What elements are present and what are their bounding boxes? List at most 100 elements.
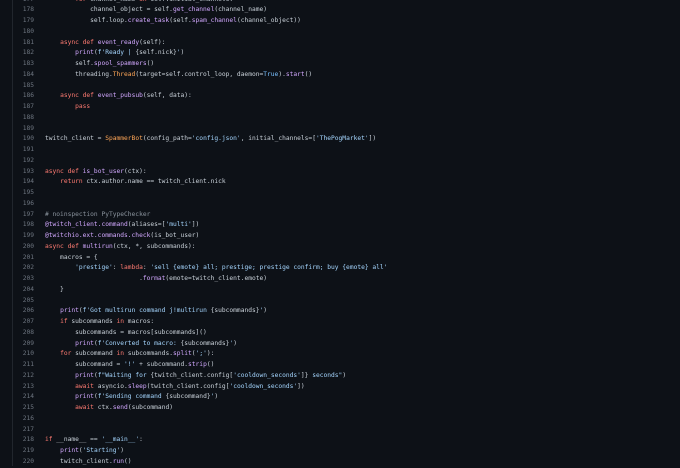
line-number[interactable]: 210 [14,349,34,360]
code-token: format [142,275,166,282]
line-number[interactable]: 186 [14,91,34,102]
line-source: self.loop.create_task(self.spam_channel(… [45,16,301,27]
line-number[interactable]: 184 [14,70,34,81]
line-number[interactable]: 197 [14,210,34,221]
line-number[interactable]: 219 [14,446,34,457]
line-number[interactable]: 179 [14,16,34,27]
line-source: twitch_client = SpammerBot(config_path='… [45,134,376,145]
code-token: 'multi' [165,221,192,229]
line-number[interactable]: 202 [14,263,34,274]
code-viewer: 177 for channel_name in self.initial_cha… [0,0,680,466]
code-token: (ctx): [124,167,147,175]
code-token: (emote=twitch_client.emote) [165,275,268,282]
code-line: 217 [0,425,680,436]
code-token: print [75,393,94,401]
code-token: await [75,404,94,411]
line-number[interactable]: 213 [14,382,34,393]
code-token: ): [206,350,215,358]
line-number[interactable]: 196 [14,199,34,210]
code-token: threading. [45,70,113,78]
line-number[interactable]: 216 [14,414,34,425]
code-token: await [75,382,94,390]
code-token: 'prestige' [75,264,113,272]
line-source: async def event_ready(self): [45,38,165,49]
line-number[interactable]: 187 [14,102,34,113]
code-line: 181 async def event_ready(self): [0,38,680,49]
code-token: ) [214,393,219,401]
code-token: ) [342,371,347,379]
code-token: 'cooldown_seconds' [233,371,301,379]
line-number[interactable]: 198 [14,220,34,231]
line-number[interactable]: 194 [14,177,34,188]
line-number[interactable]: 205 [14,296,34,307]
code-token: macros: [124,318,155,325]
code-token: (is_bot_user) [150,232,200,239]
code-token: {subcommands} [180,339,230,347]
line-number[interactable]: 191 [14,145,34,156]
line-source: print(f"Waiting for {twitch_client.confi… [45,371,346,382]
code-token: 'ThePogMarket' [315,135,369,143]
line-number[interactable]: 206 [14,306,34,317]
code-token: : [139,436,143,444]
line-number[interactable]: 192 [14,156,34,167]
line-number[interactable]: 180 [14,27,34,38]
line-source: return ctx.author.name == twitch_client.… [45,177,226,188]
line-number[interactable]: 193 [14,167,34,178]
line-number[interactable]: 183 [14,59,34,70]
line-number[interactable]: 190 [14,134,34,145]
line-number[interactable]: 200 [14,242,34,253]
line-number[interactable]: 208 [14,328,34,339]
code-token: send [112,404,128,411]
code-token: async def [60,38,94,46]
line-source: subcommands = macros[subcommands]() [45,328,207,339]
line-number[interactable]: 181 [14,38,34,49]
code-token: async def [45,167,79,175]
code-token: f'Converted to macro: [97,339,181,347]
line-number[interactable]: 215 [14,403,34,414]
code-token: subcommand [71,350,117,358]
line-number[interactable]: 178 [14,5,34,16]
code-line: 185 [0,81,680,92]
code-token: True [263,70,279,78]
line-source: await ctx.send(subcommand) [45,403,173,414]
code-token: ) [120,447,125,454]
line-number[interactable]: 207 [14,317,34,328]
line-number[interactable]: 195 [14,188,34,199]
code-token: (subcommand) [127,404,173,411]
code-token: 'Starting' [82,447,121,454]
code-token: lambda [120,264,143,272]
code-token: spam_channel [191,17,237,24]
line-source: subcommand = '!' + subcommand.strip() [45,360,214,371]
line-number[interactable]: 211 [14,360,34,371]
line-number[interactable]: 189 [14,124,34,135]
code-line: 188 [0,113,680,124]
line-number[interactable]: 209 [14,339,34,350]
code-line: 196 [0,199,680,210]
line-number[interactable]: 214 [14,392,34,403]
line-number[interactable]: 203 [14,274,34,285]
line-number[interactable]: 188 [14,113,34,124]
line-source: if __name__ == '__main__': [45,435,143,446]
line-number[interactable]: 201 [14,253,34,264]
line-number[interactable]: 212 [14,371,34,382]
line-number[interactable]: 182 [14,48,34,59]
code-token: self.initial_channels: [147,0,233,3]
code-token: f"Waiting for [97,371,151,379]
code-line: 211 subcommand = '!' + subcommand.strip(… [0,360,680,371]
line-number[interactable]: 185 [14,81,34,92]
line-number[interactable]: 199 [14,231,34,242]
code-token: (channel_name) [214,6,268,14]
line-source: channel_object = self.get_channel(channe… [45,5,267,16]
line-number[interactable]: 204 [14,285,34,296]
line-source: print(f'Converted to macro: {subcommands… [45,339,237,350]
line-number[interactable]: 218 [14,435,34,446]
code-token: () [124,457,132,465]
line-number[interactable]: 217 [14,425,34,436]
code-line: 205 [0,296,680,307]
code-line: 203 .format(emote=twitch_client.emote) [0,274,680,285]
